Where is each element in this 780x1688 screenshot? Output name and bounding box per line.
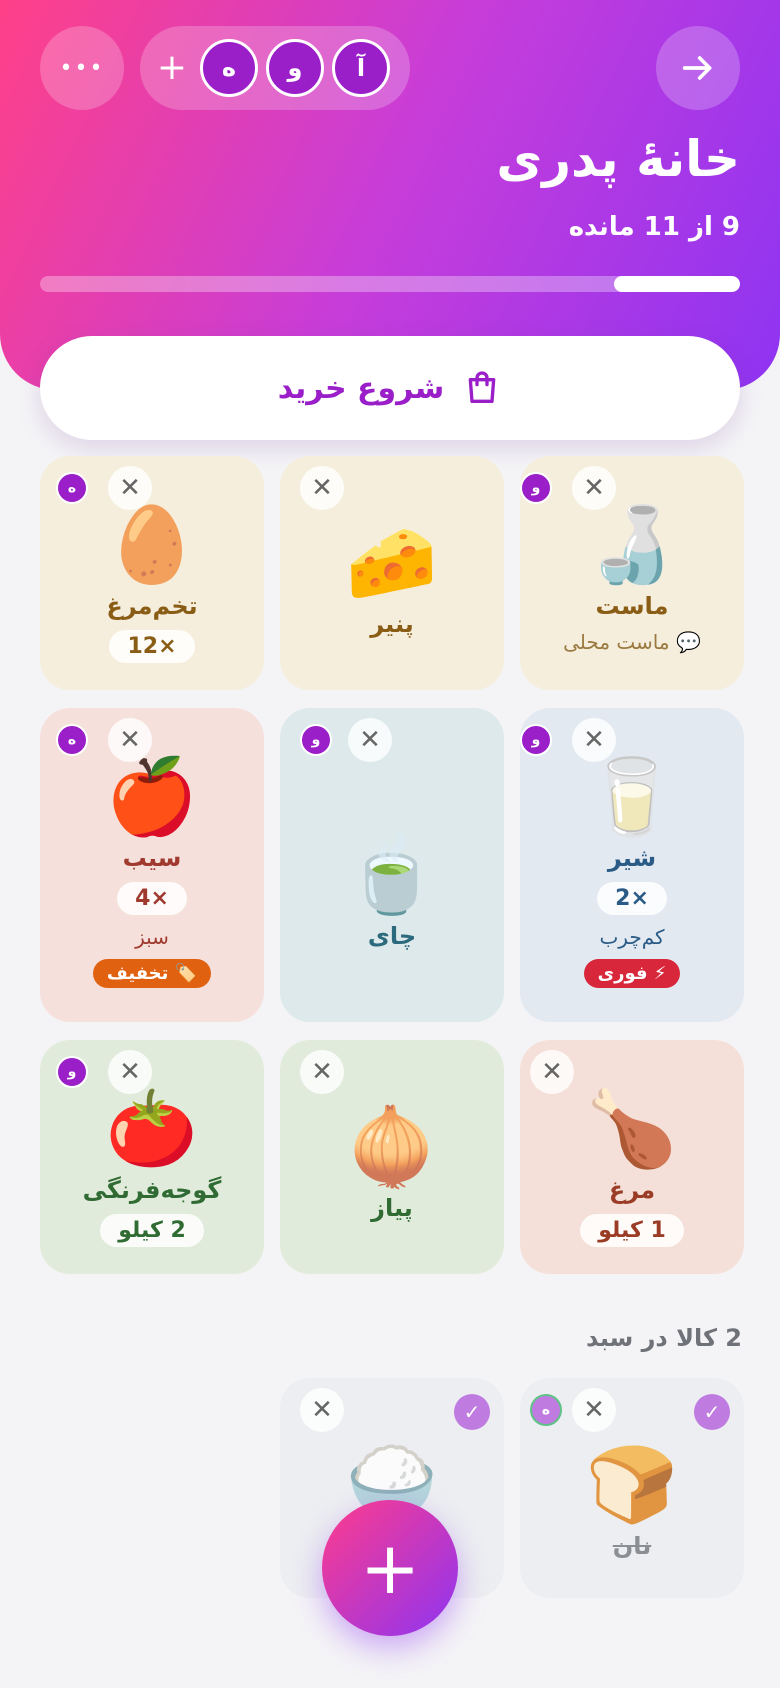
remove-button[interactable]: ✕: [108, 466, 152, 510]
item-name: نان: [612, 1532, 652, 1560]
assignee-avatar: ه: [530, 1394, 562, 1426]
bread-icon: 🍞: [585, 1442, 679, 1528]
progress-fill: [614, 276, 740, 292]
item-card[interactable]: و ✕ 🍵 چای: [280, 708, 504, 1022]
start-shopping-label: شروع خرید: [277, 370, 445, 406]
item-name: پیاز: [371, 1194, 413, 1222]
cart-item-card[interactable]: ✓ ✕ ه 🍞 نان: [520, 1378, 744, 1598]
item-card[interactable]: و ✕ 🥛 شیر ×2 کم‌چرب ⚡ فوری: [520, 708, 744, 1022]
shopping-bag-icon: [468, 371, 496, 403]
add-member-button[interactable]: +: [152, 50, 192, 86]
page-title: خانهٔ پدری: [496, 130, 740, 188]
item-name: پنیر: [370, 610, 414, 638]
tea-icon: 🍵: [345, 832, 439, 918]
cheese-icon: 🧀: [345, 520, 439, 606]
remove-button[interactable]: ✕: [572, 718, 616, 762]
progress-bar: [40, 276, 740, 292]
more-menu-button[interactable]: •••: [40, 26, 124, 110]
item-quantity: ×2: [597, 882, 667, 915]
yogurt-icon: 🍶: [585, 502, 679, 588]
cart-section-title: 2 کالا در سبد: [585, 1324, 742, 1352]
assignee-avatar: و: [56, 1056, 88, 1088]
item-card[interactable]: ✕ 🍗 مرغ 1 کیلو: [520, 1040, 744, 1274]
egg-icon: 🥚: [105, 502, 199, 588]
remove-button[interactable]: ✕: [300, 466, 344, 510]
item-name: گوجه‌فرنگی: [82, 1176, 222, 1204]
item-quantity: 1 کیلو: [580, 1214, 684, 1247]
item-name: تخم‌مرغ: [106, 592, 198, 620]
member-avatar[interactable]: ه: [200, 39, 258, 97]
check-icon[interactable]: ✓: [694, 1394, 730, 1430]
item-note: 💬 ماست محلی: [563, 630, 701, 654]
members-group: + ه و آ: [140, 26, 410, 110]
remove-button[interactable]: ✕: [572, 1388, 616, 1432]
item-name: مرغ: [608, 1176, 656, 1204]
chicken-icon: 🍗: [585, 1086, 679, 1172]
remaining-count: 9 از 11 مانده: [568, 212, 740, 242]
remove-button[interactable]: ✕: [300, 1050, 344, 1094]
item-name: چای: [367, 922, 417, 950]
item-card[interactable]: ه ✕ 🥚 تخم‌مرغ ×12: [40, 456, 264, 690]
item-quantity: ×4: [117, 882, 187, 915]
item-card[interactable]: ✕ 🧀 پنیر: [280, 456, 504, 690]
more-icon: •••: [59, 55, 105, 81]
member-avatar[interactable]: و: [266, 39, 324, 97]
item-quantity: ×12: [109, 630, 195, 663]
item-note: کم‌چرب: [599, 925, 665, 949]
item-name: شیر: [607, 844, 657, 872]
item-note: سبز: [135, 925, 169, 949]
remove-button[interactable]: ✕: [348, 718, 392, 762]
plus-icon: +: [359, 1526, 421, 1610]
milk-icon: 🥛: [585, 754, 679, 840]
item-card[interactable]: و ✕ 🍅 گوجه‌فرنگی 2 کیلو: [40, 1040, 264, 1274]
item-card[interactable]: ✕ 🧅 پیاز: [280, 1040, 504, 1274]
assignee-avatar: و: [520, 724, 552, 756]
arrow-right-icon: [682, 56, 712, 80]
start-shopping-button[interactable]: شروع خرید: [40, 336, 740, 440]
back-button[interactable]: [656, 26, 740, 110]
tomato-icon: 🍅: [105, 1086, 199, 1172]
remove-button[interactable]: ✕: [530, 1050, 574, 1094]
apple-icon: 🍎: [105, 754, 199, 840]
assignee-avatar: ه: [56, 472, 88, 504]
remove-button[interactable]: ✕: [108, 1050, 152, 1094]
urgent-badge: ⚡ فوری: [583, 959, 681, 988]
remove-button[interactable]: ✕: [572, 466, 616, 510]
remove-button[interactable]: ✕: [108, 718, 152, 762]
onion-icon: 🧅: [345, 1104, 439, 1190]
item-name: سیب: [122, 844, 182, 872]
add-item-button[interactable]: +: [322, 1500, 458, 1636]
item-card[interactable]: ه ✕ 🍎 سیب ×4 سبز 🏷️ تخفیف: [40, 708, 264, 1022]
member-avatar[interactable]: آ: [332, 39, 390, 97]
item-name: ماست: [595, 592, 669, 620]
item-quantity: 2 کیلو: [100, 1214, 204, 1247]
header: ••• + ه و آ خانهٔ پدری 9 از 11 مانده: [0, 0, 780, 390]
remove-button[interactable]: ✕: [300, 1388, 344, 1432]
assignee-avatar: ه: [56, 724, 88, 756]
discount-badge: 🏷️ تخفیف: [92, 959, 212, 988]
item-card[interactable]: و ✕ 🍶 ماست 💬 ماست محلی: [520, 456, 744, 690]
assignee-avatar: و: [520, 472, 552, 504]
assignee-avatar: و: [300, 724, 332, 756]
check-icon[interactable]: ✓: [454, 1394, 490, 1430]
